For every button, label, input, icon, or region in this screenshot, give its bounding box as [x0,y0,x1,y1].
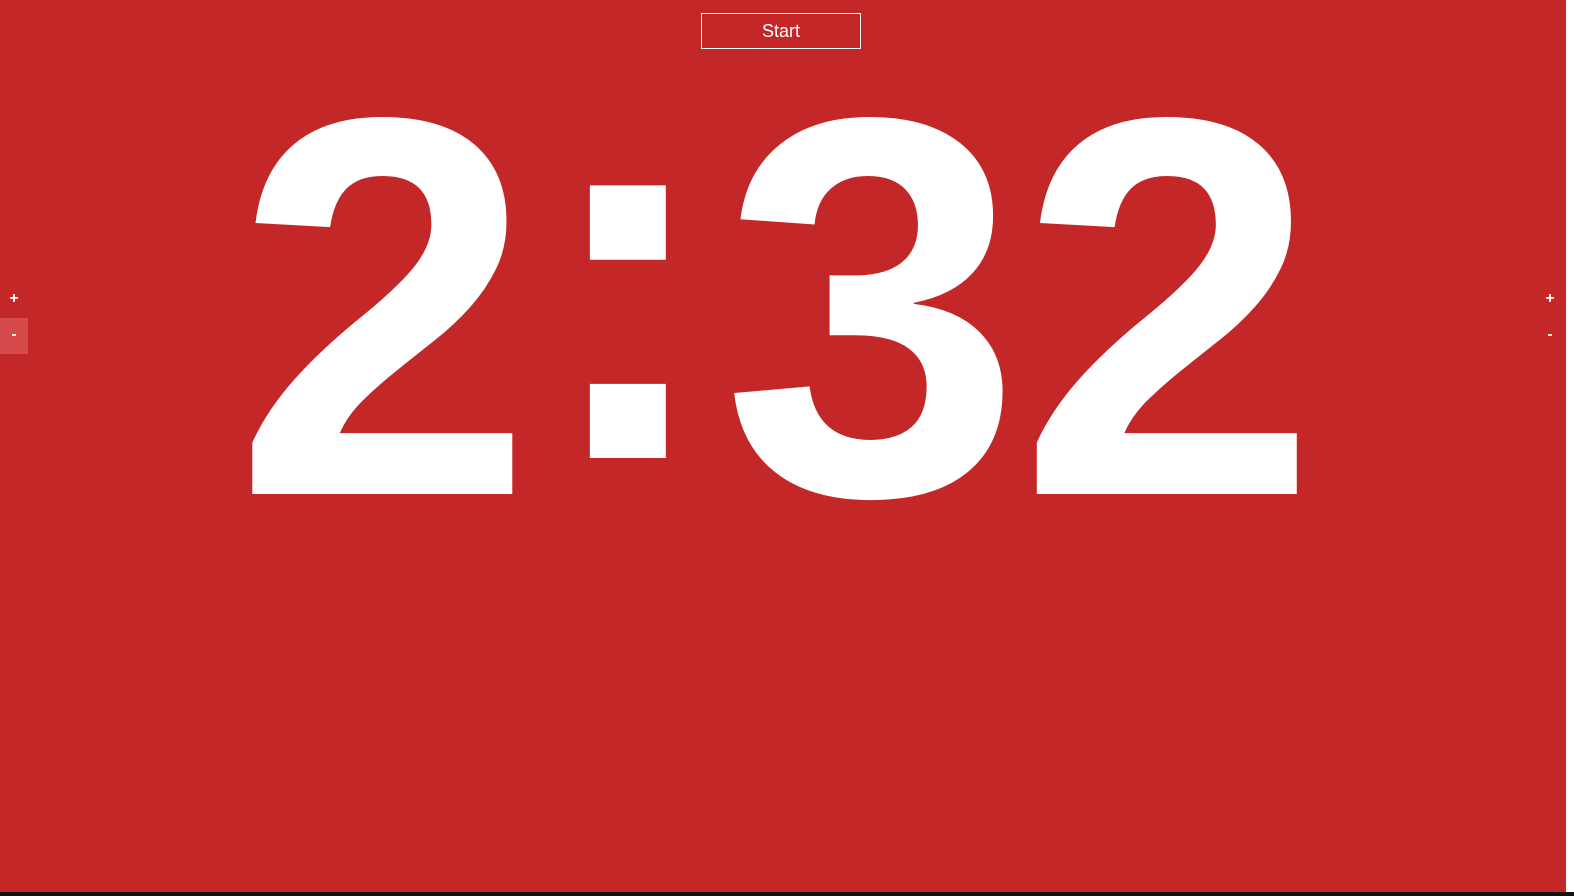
seconds-decrease-button[interactable]: - [1536,318,1564,354]
timer-screen: Start 2:32 + - + - [0,0,1566,892]
window-edge-right [1566,0,1574,896]
timer-separator: : [537,0,718,573]
window-edge-bottom [0,892,1574,896]
seconds-increase-button[interactable]: + [1536,282,1564,318]
minutes-increase-button[interactable]: + [0,282,28,318]
minutes-decrease-button[interactable]: - [0,318,28,354]
countdown-display: 2:32 [0,2,1548,578]
timer-minutes: 2 [233,6,534,609]
timer-seconds: 32 [721,6,1319,609]
